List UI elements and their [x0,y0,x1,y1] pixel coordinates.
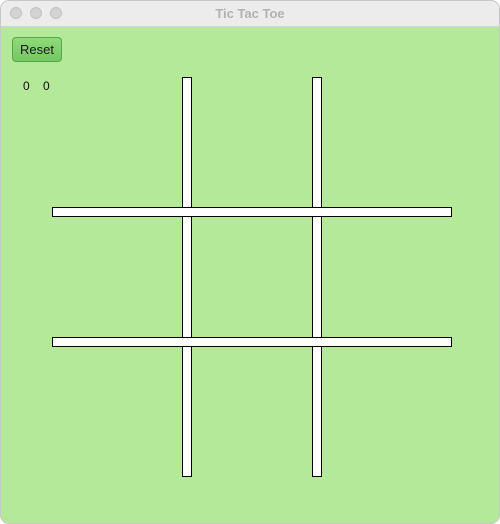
board-cell-9[interactable] [326,351,448,473]
score-player-1: 0 [23,79,30,93]
grid-line-vertical-1 [182,77,192,477]
window-title: Tic Tac Toe [215,6,285,21]
grid-intersection [313,208,321,216]
grid-line-horizontal-1 [52,207,452,217]
board-cell-7[interactable] [56,351,178,473]
score-player-2: 0 [43,79,50,93]
app-window: Tic Tac Toe Reset 0 0 [0,0,500,524]
grid-intersection [183,338,191,346]
title-bar: Tic Tac Toe [1,1,499,27]
game-area: Reset 0 0 [1,27,499,523]
grid-intersection [313,338,321,346]
reset-button[interactable]: Reset [12,37,62,62]
game-board [52,77,452,477]
board-cell-6[interactable] [326,217,448,339]
board-cell-8[interactable] [192,351,314,473]
board-cell-4[interactable] [56,217,178,339]
board-cell-2[interactable] [192,81,314,203]
grid-intersection [183,208,191,216]
board-cell-3[interactable] [326,81,448,203]
board-cell-5[interactable] [192,217,314,339]
board-cell-1[interactable] [56,81,178,203]
